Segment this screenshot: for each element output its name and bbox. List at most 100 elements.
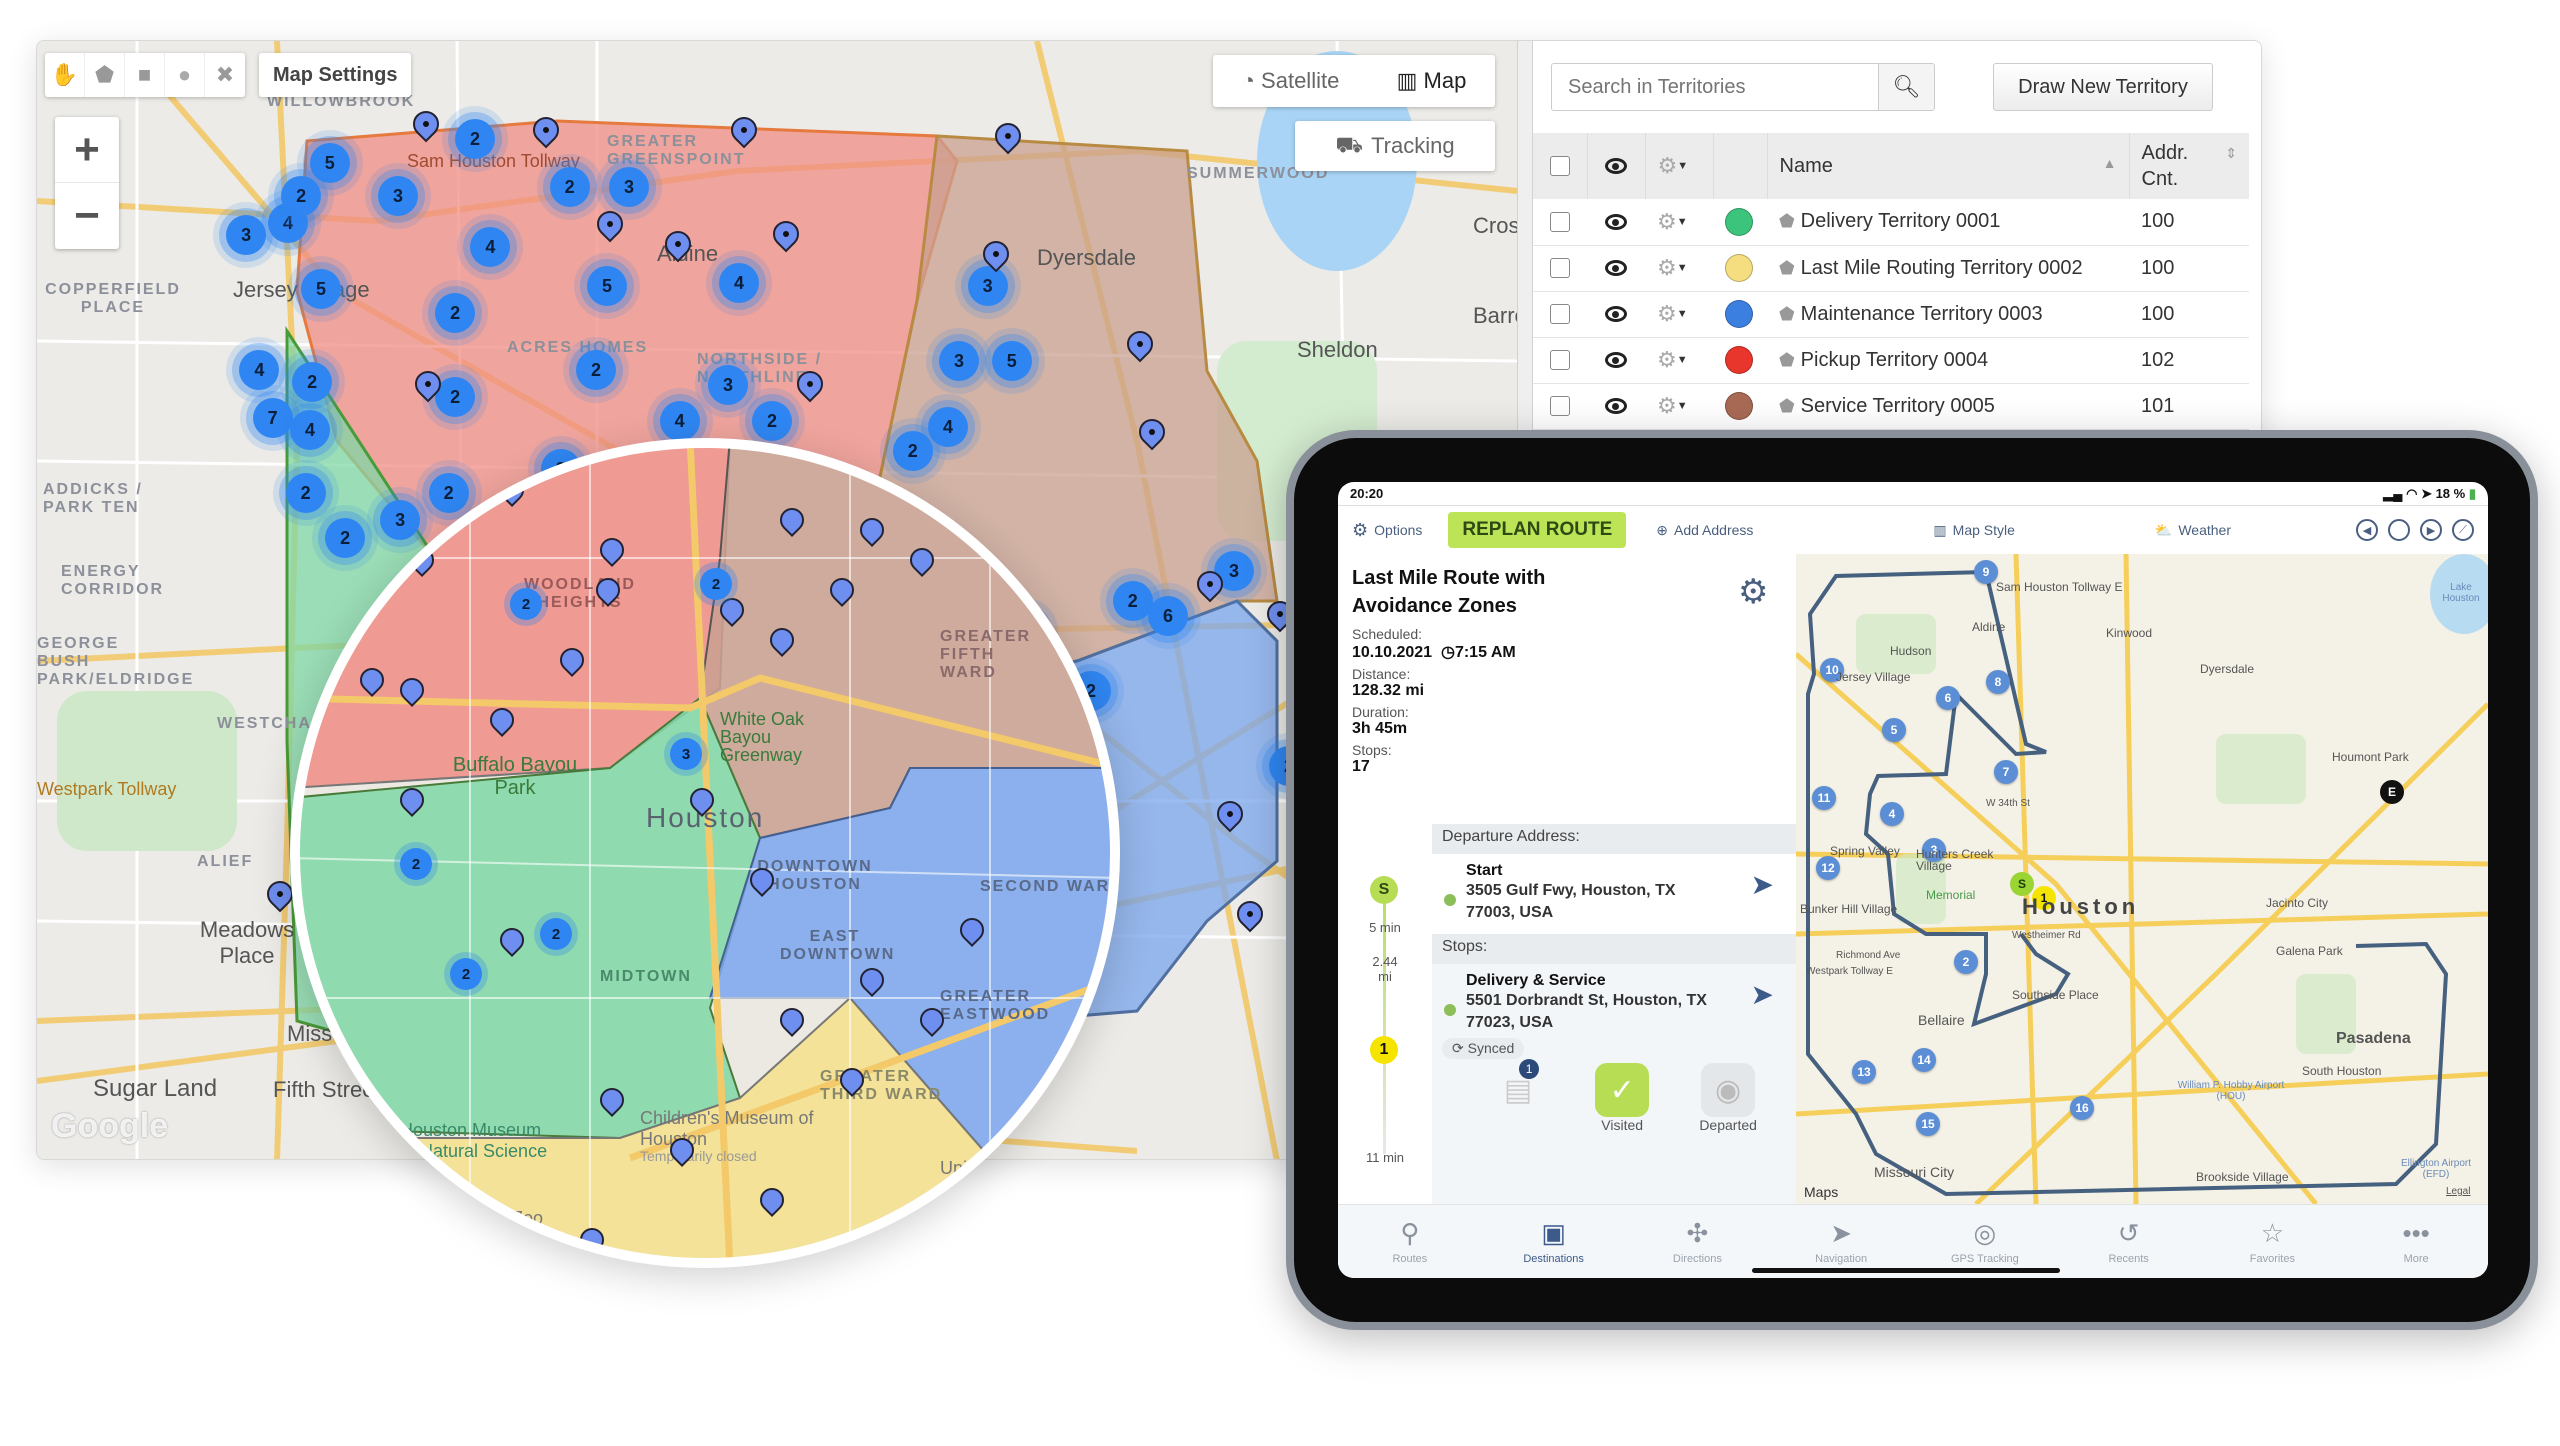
address-cluster[interactable]: 5 — [587, 266, 627, 306]
row-checkbox[interactable] — [1550, 211, 1570, 232]
row-checkbox[interactable] — [1550, 304, 1570, 325]
row-checkbox[interactable] — [1550, 258, 1570, 279]
route-stop-pin[interactable]: 4 — [1880, 802, 1904, 826]
address-cluster[interactable]: 3 — [378, 176, 418, 216]
tab-more[interactable]: ••• More — [2366, 1205, 2466, 1278]
notes-button[interactable]: ▤ 1 — [1491, 1059, 1545, 1117]
route-stop-pin[interactable]: 9 — [1974, 560, 1998, 584]
territory-row[interactable]: ⚙▼ ⬟ Last Mile Routing Territory 0002 100 — [1533, 245, 2249, 292]
route-stop-pin[interactable]: 14 — [1912, 1048, 1936, 1072]
satellite-button[interactable]: ◔ Satellite — [1242, 68, 1340, 94]
territory-row[interactable]: ⚙▼ ⬟ Maintenance Territory 0003 100 — [1533, 291, 2249, 338]
route-map[interactable]: 9 8 10 6 5 7 11 4 3 12 2 14 13 15 16 S 1 E Sam Houston To… — [1796, 554, 2488, 1204]
tab-routes[interactable]: ⚲ Routes — [1360, 1205, 1460, 1278]
column-addr-cnt[interactable]: Addr. Cnt. — [2142, 140, 2202, 192]
tracking-button[interactable]: ⛟ Tracking — [1295, 121, 1495, 171]
territory-color-swatch[interactable] — [1725, 300, 1753, 328]
visibility-icon[interactable] — [1605, 306, 1627, 323]
territory-name[interactable]: Last Mile Routing Territory 0002 — [1801, 257, 2083, 279]
address-cluster[interactable]: 2 — [420, 488, 452, 520]
map-button[interactable]: ▥ Map — [1397, 68, 1467, 94]
route-stop-pin[interactable]: 8 — [1986, 670, 2010, 694]
departure-card[interactable]: Start 3505 Gulf Fwy, Houston, TX 77003, … — [1432, 854, 1796, 934]
visibility-icon[interactable] — [1605, 398, 1627, 415]
address-cluster[interactable]: 6 — [1148, 596, 1188, 636]
address-cluster[interactable]: 2 — [400, 848, 432, 880]
route-stop-pin[interactable]: 16 — [2070, 1096, 2094, 1120]
gear-icon[interactable]: ⚙ — [1657, 209, 1677, 234]
route-stop-pin[interactable]: 13 — [1852, 1060, 1876, 1084]
legal-link[interactable]: Legal — [2446, 1186, 2470, 1197]
address-cluster[interactable]: 3 — [708, 365, 748, 405]
territory-name[interactable]: Service Territory 0005 — [1801, 395, 1995, 417]
territory-color-swatch[interactable] — [1725, 392, 1753, 420]
zoom-in-button[interactable]: + — [55, 117, 119, 183]
tab-favorites[interactable]: ☆ Favorites — [2222, 1205, 2322, 1278]
draw-new-territory-button[interactable]: Draw New Territory — [1993, 63, 2213, 111]
sort-icon[interactable]: ⇕ — [2225, 140, 2237, 166]
address-cluster[interactable]: 2 — [435, 293, 476, 333]
route-stop-pin[interactable]: 12 — [1816, 856, 1840, 880]
visibility-icon[interactable] — [1605, 352, 1627, 369]
options-button[interactable]: ⚙ Options — [1352, 520, 1422, 541]
navigate-icon[interactable]: ➤ — [1751, 868, 1774, 901]
visibility-icon[interactable] — [1605, 213, 1627, 230]
zoom-out-button[interactable]: − — [55, 183, 119, 249]
address-cluster[interactable]: 5 — [309, 143, 350, 183]
address-cluster[interactable]: 2 — [700, 568, 732, 600]
previous-icon[interactable]: ◀ — [2356, 519, 2378, 541]
address-cluster[interactable]: 2 — [455, 119, 495, 159]
territory-row[interactable]: ⚙▼ ⬟ Delivery Territory 0001 100 — [1533, 199, 2249, 246]
polygon-icon[interactable]: ⬟ — [85, 53, 125, 97]
address-cluster[interactable]: 2 — [576, 350, 616, 390]
next-icon[interactable]: ▶ — [2420, 519, 2442, 541]
replan-route-button[interactable]: REPLAN ROUTE — [1448, 512, 1627, 548]
address-cluster[interactable]: 2 — [540, 918, 572, 950]
rectangle-icon[interactable]: ■ — [125, 53, 165, 97]
territory-name[interactable]: Maintenance Territory 0003 — [1801, 303, 2043, 325]
territory-row[interactable]: ⚙▼ ⬟ Pickup Territory 0004 102 — [1533, 337, 2249, 384]
start-marker-pin[interactable]: S — [2010, 872, 2034, 896]
address-cluster[interactable]: 2 — [549, 167, 590, 207]
visited-button[interactable]: ✓ Visited — [1595, 1063, 1650, 1133]
address-cluster[interactable]: 3 — [670, 738, 702, 770]
map-style-button[interactable]: ▥ Map Style — [1933, 522, 2014, 539]
stop-card[interactable]: Delivery & Service 5501 Dorbrandt St, Ho… — [1432, 964, 1796, 1143]
address-cluster[interactable]: 3 — [226, 215, 267, 255]
route-stop-pin[interactable]: 7 — [1994, 760, 2018, 784]
circle-icon[interactable]: ● — [165, 53, 205, 97]
visibility-icon[interactable] — [1605, 158, 1627, 175]
address-cluster[interactable]: 2 — [752, 401, 792, 441]
end-marker-pin[interactable]: E — [2380, 780, 2404, 804]
address-cluster[interactable]: 4 — [928, 407, 968, 447]
gear-icon[interactable]: ⚙ — [1657, 301, 1677, 326]
tab-recents[interactable]: ↺ Recents — [2079, 1205, 2179, 1278]
address-cluster[interactable]: 3 — [967, 266, 1008, 306]
territory-name[interactable]: Pickup Territory 0004 — [1801, 349, 1989, 371]
address-cluster[interactable]: 5 — [301, 269, 341, 309]
route-settings-icon[interactable]: ⚙ — [1738, 572, 1768, 612]
address-cluster[interactable]: 2 — [281, 176, 322, 216]
hand-icon[interactable]: ✋ — [45, 53, 85, 97]
sort-asc-icon[interactable]: ▲ — [2103, 155, 2117, 171]
territory-color-swatch[interactable] — [1725, 254, 1753, 282]
gear-icon[interactable]: ⚙ — [1657, 347, 1677, 372]
address-cluster[interactable]: 4 — [290, 410, 330, 450]
gear-icon[interactable]: ⚙ — [1657, 255, 1677, 280]
route-stop-pin[interactable]: 5 — [1882, 718, 1906, 742]
add-address-button[interactable]: ⊕ Add Address — [1656, 522, 1753, 539]
territory-color-swatch[interactable] — [1725, 207, 1753, 236]
gear-icon[interactable]: ⚙ — [1657, 393, 1677, 418]
address-cluster[interactable]: 2 — [450, 958, 482, 990]
address-cluster[interactable]: 7 — [252, 398, 293, 438]
recenter-icon[interactable] — [2388, 519, 2410, 541]
row-checkbox[interactable] — [1550, 396, 1570, 417]
territory-color-swatch[interactable] — [1725, 346, 1753, 374]
route-stop-pin[interactable]: 2 — [1954, 950, 1978, 974]
delete-shape-icon[interactable]: ✖ — [205, 53, 245, 97]
address-cluster[interactable]: 4 — [659, 401, 700, 441]
address-cluster[interactable]: 2 — [1112, 581, 1153, 621]
compass-icon[interactable]: ⟋ — [2452, 519, 2474, 541]
address-cluster[interactable]: 3 — [609, 167, 649, 207]
territory-row[interactable]: ⚙▼ ⬟ Service Territory 0005 101 — [1533, 383, 2249, 430]
